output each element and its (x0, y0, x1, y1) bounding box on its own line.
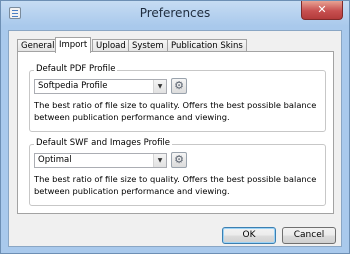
pdf-profile-group-title: Default PDF Profile (34, 64, 118, 74)
swf-profile-settings-button[interactable]: ⚙ (171, 152, 187, 168)
pdf-profile-settings-button[interactable]: ⚙ (171, 78, 187, 94)
title-bar[interactable]: Preferences ✕ (1, 1, 349, 25)
ok-button[interactable]: OK (222, 227, 276, 244)
close-button[interactable]: ✕ (301, 1, 343, 20)
window-title: Preferences (139, 6, 211, 20)
cancel-button[interactable]: Cancel (282, 227, 336, 244)
chevron-down-icon[interactable]: ▼ (153, 154, 166, 167)
chevron-down-icon[interactable]: ▼ (153, 80, 166, 93)
pdf-profile-select[interactable]: Softpedia Profile ▼ (34, 79, 167, 94)
import-tab-panel: Default PDF Profile Softpedia Profile ▼ … (17, 51, 334, 214)
swf-profile-group-title: Default SWF and Images Profile (34, 138, 173, 148)
gear-icon: ⚙ (174, 79, 184, 92)
pdf-profile-description: The best ratio of file size to quality. … (34, 100, 317, 122)
dialog-client-area: General Import Upload System Publication… (8, 30, 342, 247)
swf-profile-group: Default SWF and Images Profile Optimal ▼… (29, 138, 326, 206)
preferences-window: Preferences ✕ General Import Upload Syst… (0, 0, 350, 254)
swf-profile-select[interactable]: Optimal ▼ (34, 153, 167, 168)
swf-profile-description: The best ratio of file size to quality. … (34, 174, 317, 196)
pdf-profile-group: Default PDF Profile Softpedia Profile ▼ … (29, 64, 326, 132)
swf-profile-selected-value: Optimal (38, 155, 72, 165)
tab-import[interactable]: Import (55, 37, 92, 53)
gear-icon: ⚙ (174, 153, 184, 166)
pdf-profile-selected-value: Softpedia Profile (38, 81, 108, 91)
